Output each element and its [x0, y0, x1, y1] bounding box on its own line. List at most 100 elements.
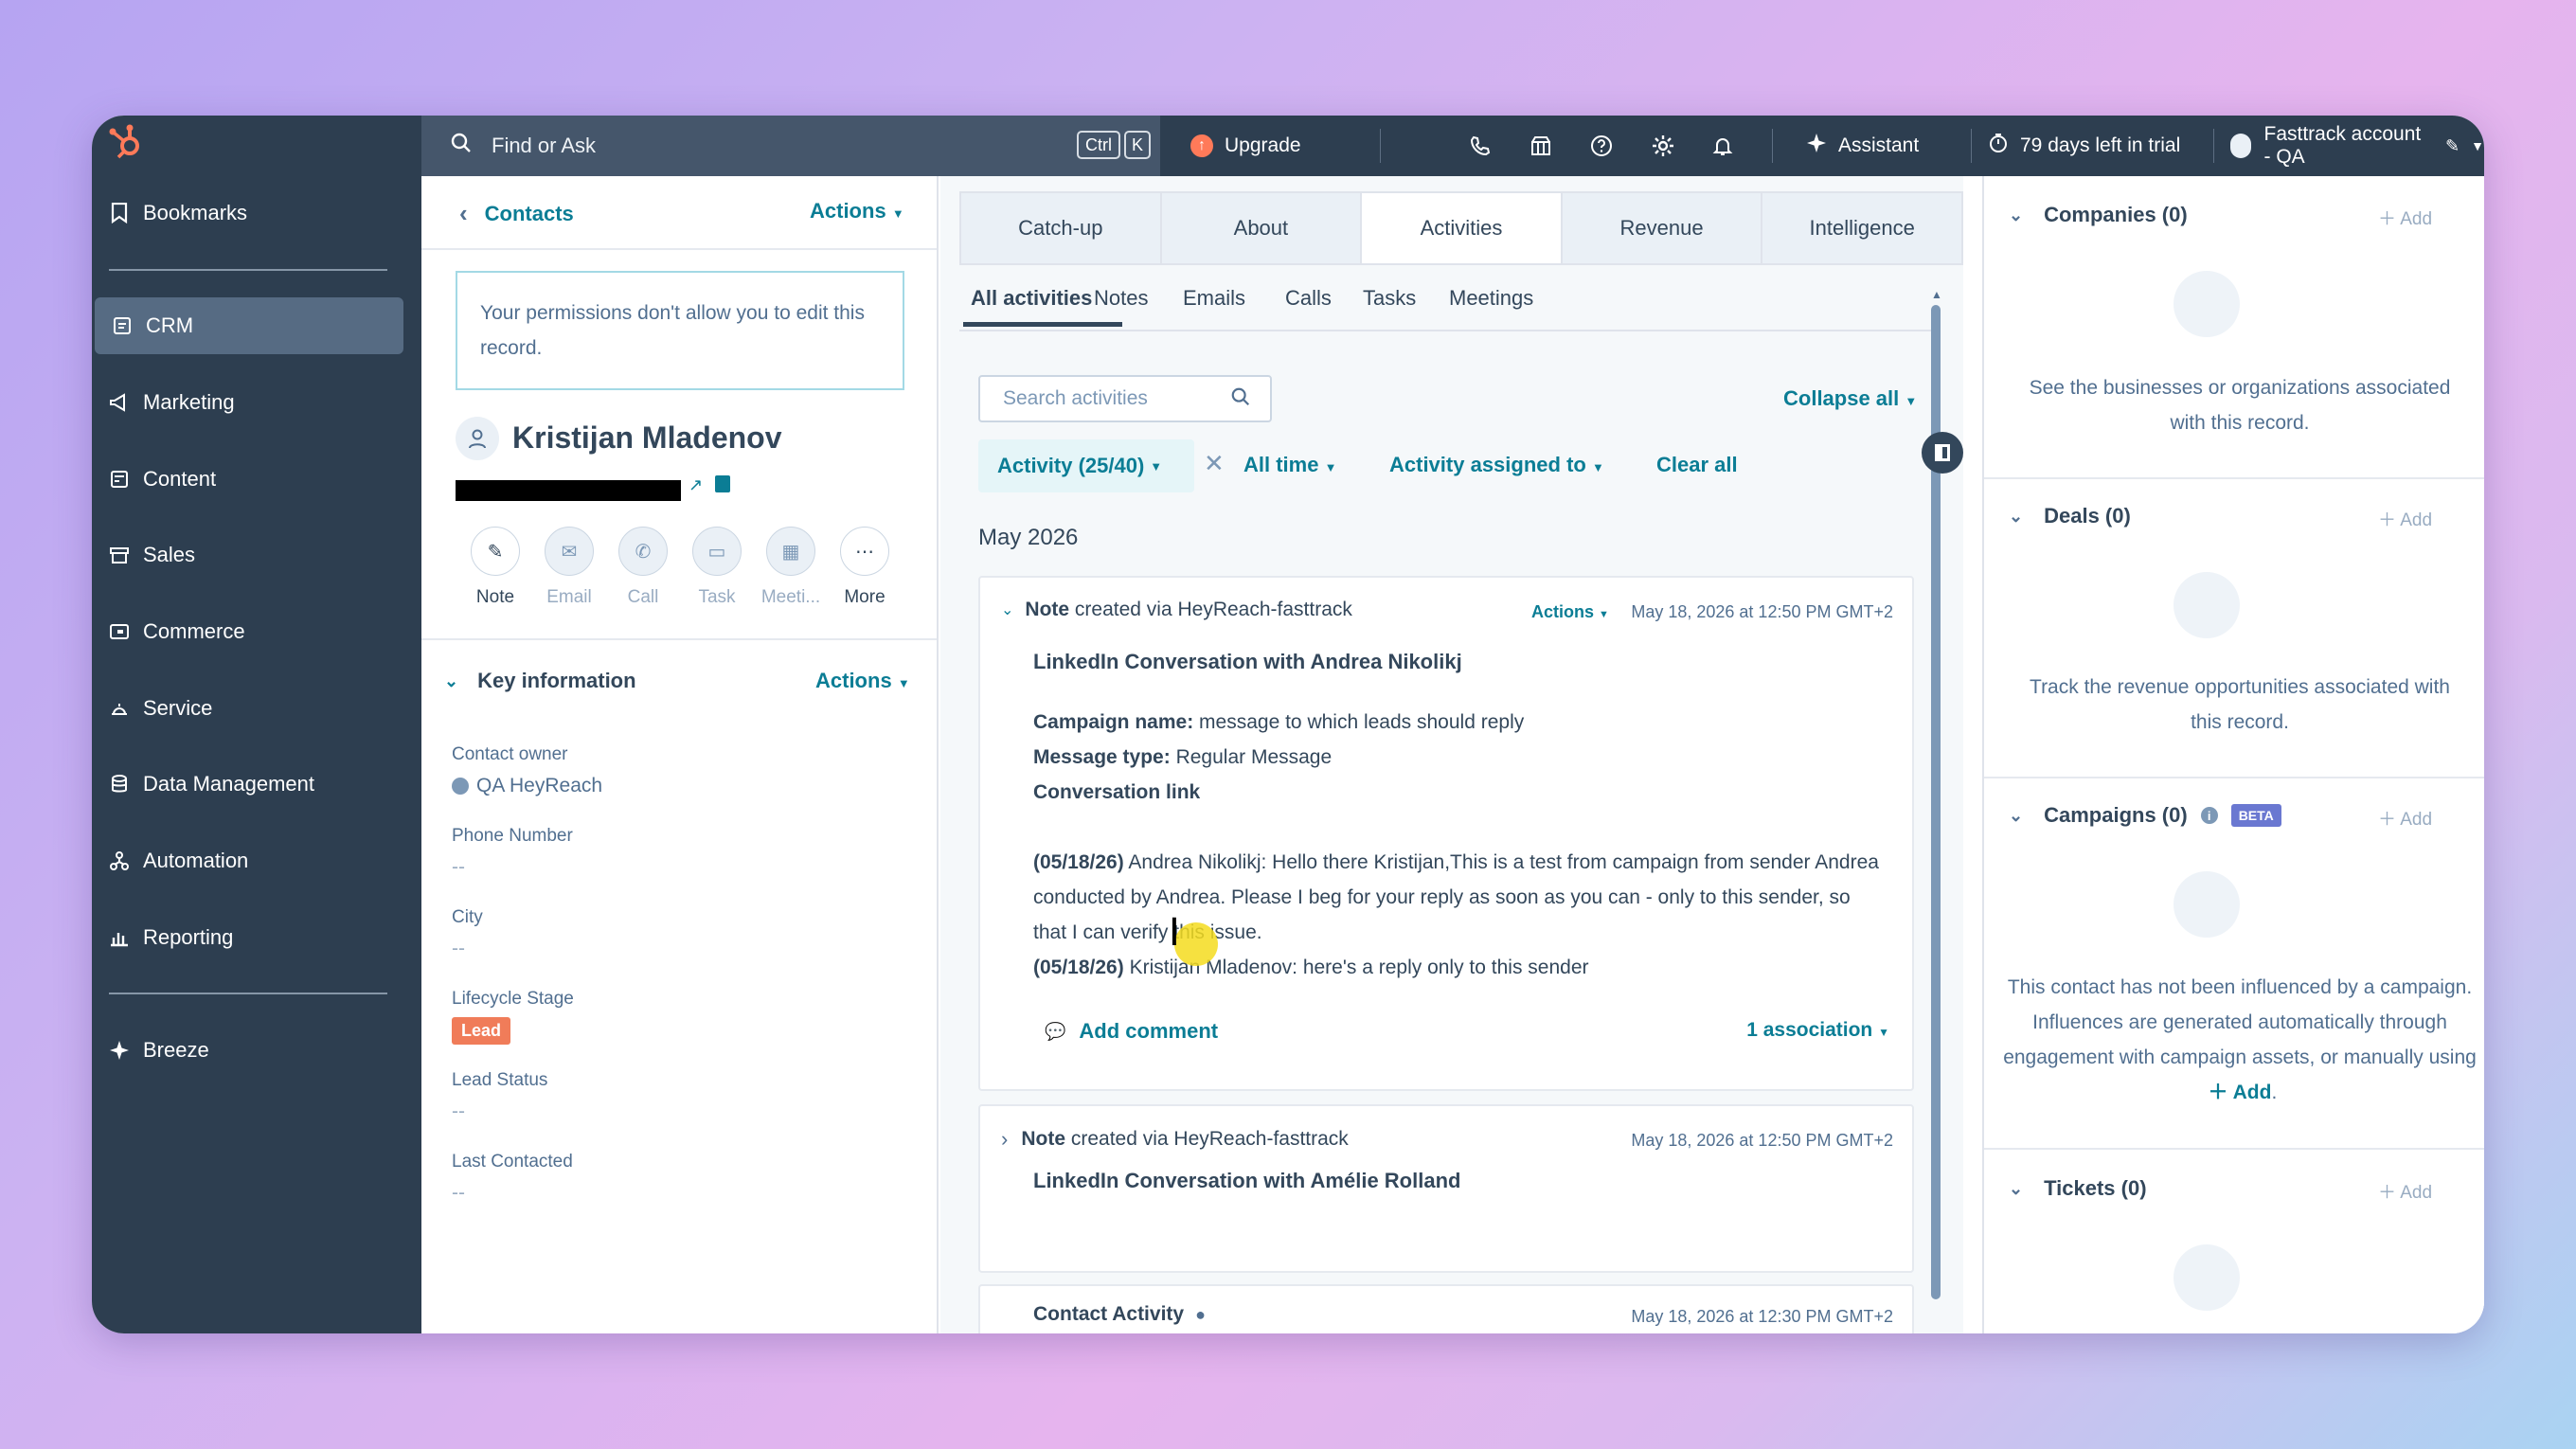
breadcrumb[interactable]: ‹ Contacts [459, 199, 574, 228]
beta-badge: BETA [2230, 804, 2281, 827]
activity-type-filter[interactable]: Activity (25/40) ▼ [978, 439, 1194, 492]
assigned-filter[interactable]: Activity assigned to ▼ [1389, 453, 1604, 477]
subtab-all-activities[interactable]: All activities [971, 286, 1092, 311]
key-info-actions-button[interactable]: Actions ▼ [815, 669, 910, 693]
sidebar-item-marketing[interactable]: Marketing [92, 374, 421, 431]
upgrade-icon: ↑ [1190, 134, 1213, 157]
activity-card-contact-activity[interactable]: Contact Activity ● May 18, 2026 at 12:30… [978, 1284, 1914, 1333]
notifications-bell-icon[interactable] [1711, 116, 1734, 176]
info-icon: i [2200, 807, 2218, 824]
marketplace-icon[interactable] [1530, 116, 1552, 176]
sidebar-item-service[interactable]: Service [92, 680, 421, 737]
settings-gear-icon[interactable] [1651, 116, 1675, 176]
account-menu[interactable]: Fasttrack account - QA ✎ ▼ [2230, 116, 2484, 176]
clear-all-button[interactable]: Clear all [1656, 453, 1738, 477]
subtab-meetings[interactable]: Meetings [1449, 286, 1533, 311]
more-action-icon[interactable]: ⋯ [840, 527, 889, 576]
campaigns-inline-add-link[interactable]: ＋ Add [2203, 1082, 2272, 1103]
sidebar-item-crm[interactable]: CRM [95, 297, 403, 354]
deals-description: Track the revenue opportunities associat… [2030, 676, 2450, 733]
last-contacted-value[interactable]: -- [452, 1182, 465, 1205]
subtab-tasks[interactable]: Tasks [1363, 286, 1416, 311]
meeting-action-icon[interactable]: ▦ [766, 527, 815, 576]
city-value[interactable]: -- [452, 938, 465, 960]
call-action-icon[interactable]: ✆ [618, 527, 668, 576]
task-action-icon[interactable]: ▭ [692, 527, 742, 576]
sidebar-item-reporting[interactable]: Reporting [92, 909, 421, 966]
companies-section-toggle[interactable]: ⌄ Companies (0) [2009, 203, 2188, 227]
global-search[interactable]: Find or Ask Ctrl K [421, 116, 1160, 176]
activity-card-note[interactable]: › Note created via HeyReach-fasttrack Ma… [978, 1104, 1914, 1273]
field-label: Phone Number [452, 826, 573, 846]
association-dropdown[interactable]: 1 association ▼ [1746, 1019, 1889, 1042]
chevron-down-icon: ▼ [2471, 138, 2484, 153]
panel-toggle-button[interactable] [1922, 432, 1963, 474]
campaigns-add-button[interactable]: ＋ Add [2378, 805, 2432, 831]
time-filter-label: All time [1243, 453, 1319, 476]
record-actions-button[interactable]: Actions ▼ [810, 199, 904, 224]
deals-add-button[interactable]: ＋ Add [2378, 506, 2432, 531]
tab-activities[interactable]: Activities [1362, 193, 1563, 263]
sidebar-item-data-management[interactable]: Data Management [92, 756, 421, 813]
sidebar-item-label: Marketing [143, 390, 235, 414]
phone-number-value[interactable]: -- [452, 856, 465, 879]
lead-status-value[interactable]: -- [452, 1100, 465, 1123]
tab-revenue[interactable]: Revenue [1563, 193, 1763, 263]
sidebar-item-content[interactable]: Content [92, 451, 421, 508]
sidebar-item-automation[interactable]: Automation [92, 832, 421, 889]
subtab-calls[interactable]: Calls [1285, 286, 1332, 311]
copy-icon[interactable] [715, 475, 730, 492]
note-via: created via HeyReach-fasttrack [1070, 1128, 1349, 1150]
caret-down-icon: ▼ [897, 676, 910, 690]
tab-catch-up[interactable]: Catch-up [961, 193, 1162, 263]
note-card-header[interactable]: ⌄ Note created via HeyReach-fasttrack [1001, 599, 1352, 621]
subtab-notes[interactable]: Notes [1094, 286, 1148, 311]
sidebar-item-breeze[interactable]: Breeze [92, 1022, 421, 1079]
campaigns-inline-add-label: Add [2232, 1082, 2272, 1103]
key-information-toggle[interactable]: ⌄ Key information [444, 669, 636, 693]
note-action-icon[interactable]: ✎ [471, 527, 520, 576]
tickets-section-toggle[interactable]: ⌄ Tickets (0) [2009, 1176, 2147, 1201]
person-icon: ● [1195, 1304, 1206, 1324]
add-comment-button[interactable]: 💬 Add comment [1045, 1019, 1218, 1044]
comment-icon: 💬 [1045, 1021, 1066, 1041]
key-info-actions-label: Actions [815, 669, 892, 692]
tab-intelligence[interactable]: Intelligence [1762, 193, 1961, 263]
message-type-row: Message type: Regular Message [1033, 740, 1886, 775]
upgrade-button[interactable]: ↑ Upgrade [1190, 116, 1301, 176]
assistant-button[interactable]: Assistant [1806, 116, 1919, 176]
campaigns-description: This contact has not been influenced by … [2003, 970, 2477, 1110]
deals-section-toggle[interactable]: ⌄ Deals (0) [2009, 504, 2131, 528]
empty-state-illustration-icon [2174, 271, 2240, 337]
external-link-icon[interactable]: ↗ [689, 475, 703, 495]
note-timestamp: May 18, 2026 at 12:50 PM GMT+2 [1631, 602, 1893, 621]
hubspot-logo-icon[interactable] [105, 121, 147, 163]
search-activities-input[interactable]: Search activities [978, 375, 1272, 422]
note-actions-button[interactable]: Actions ▼ [1531, 602, 1609, 622]
tickets-add-button[interactable]: ＋ Add [2378, 1178, 2432, 1204]
collapse-all-button[interactable]: Collapse all ▼ [1783, 386, 1917, 411]
activity-card-note[interactable]: ⌄ Note created via HeyReach-fasttrack Ac… [978, 576, 1914, 1091]
note-card-header[interactable]: › Note created via HeyReach-fasttrack [1001, 1127, 1349, 1152]
contact-owner-value[interactable]: QA HeyReach [452, 775, 602, 797]
scroll-up-arrow-icon[interactable]: ▲ [1931, 288, 1942, 301]
email-action-icon[interactable]: ✉ [545, 527, 594, 576]
conversation-link[interactable]: Conversation link [1033, 775, 1200, 810]
service-icon [109, 698, 130, 719]
divider [1984, 1148, 2484, 1150]
phone-icon[interactable] [1469, 116, 1492, 176]
tab-about[interactable]: About [1162, 193, 1363, 263]
sidebar-item-label: CRM [146, 313, 194, 337]
subtab-emails[interactable]: Emails [1183, 286, 1245, 311]
clear-filter-close-icon[interactable]: ✕ [1204, 449, 1225, 478]
help-icon[interactable] [1590, 116, 1613, 176]
sidebar-item-bookmarks[interactable]: Bookmarks [92, 185, 421, 242]
time-filter[interactable]: All time ▼ [1243, 453, 1336, 477]
sidebar-item-commerce[interactable]: Commerce [92, 603, 421, 660]
sidebar-item-sales[interactable]: Sales [92, 527, 421, 583]
field-label: Last Contacted [452, 1152, 573, 1172]
companies-add-button[interactable]: ＋ Add [2378, 205, 2432, 230]
trial-indicator[interactable]: 79 days left in trial [1988, 116, 2180, 176]
campaigns-section-toggle[interactable]: ⌄ Campaigns (0) i BETA [2009, 803, 2281, 828]
lifecycle-stage-badge[interactable]: Lead [452, 1017, 511, 1045]
